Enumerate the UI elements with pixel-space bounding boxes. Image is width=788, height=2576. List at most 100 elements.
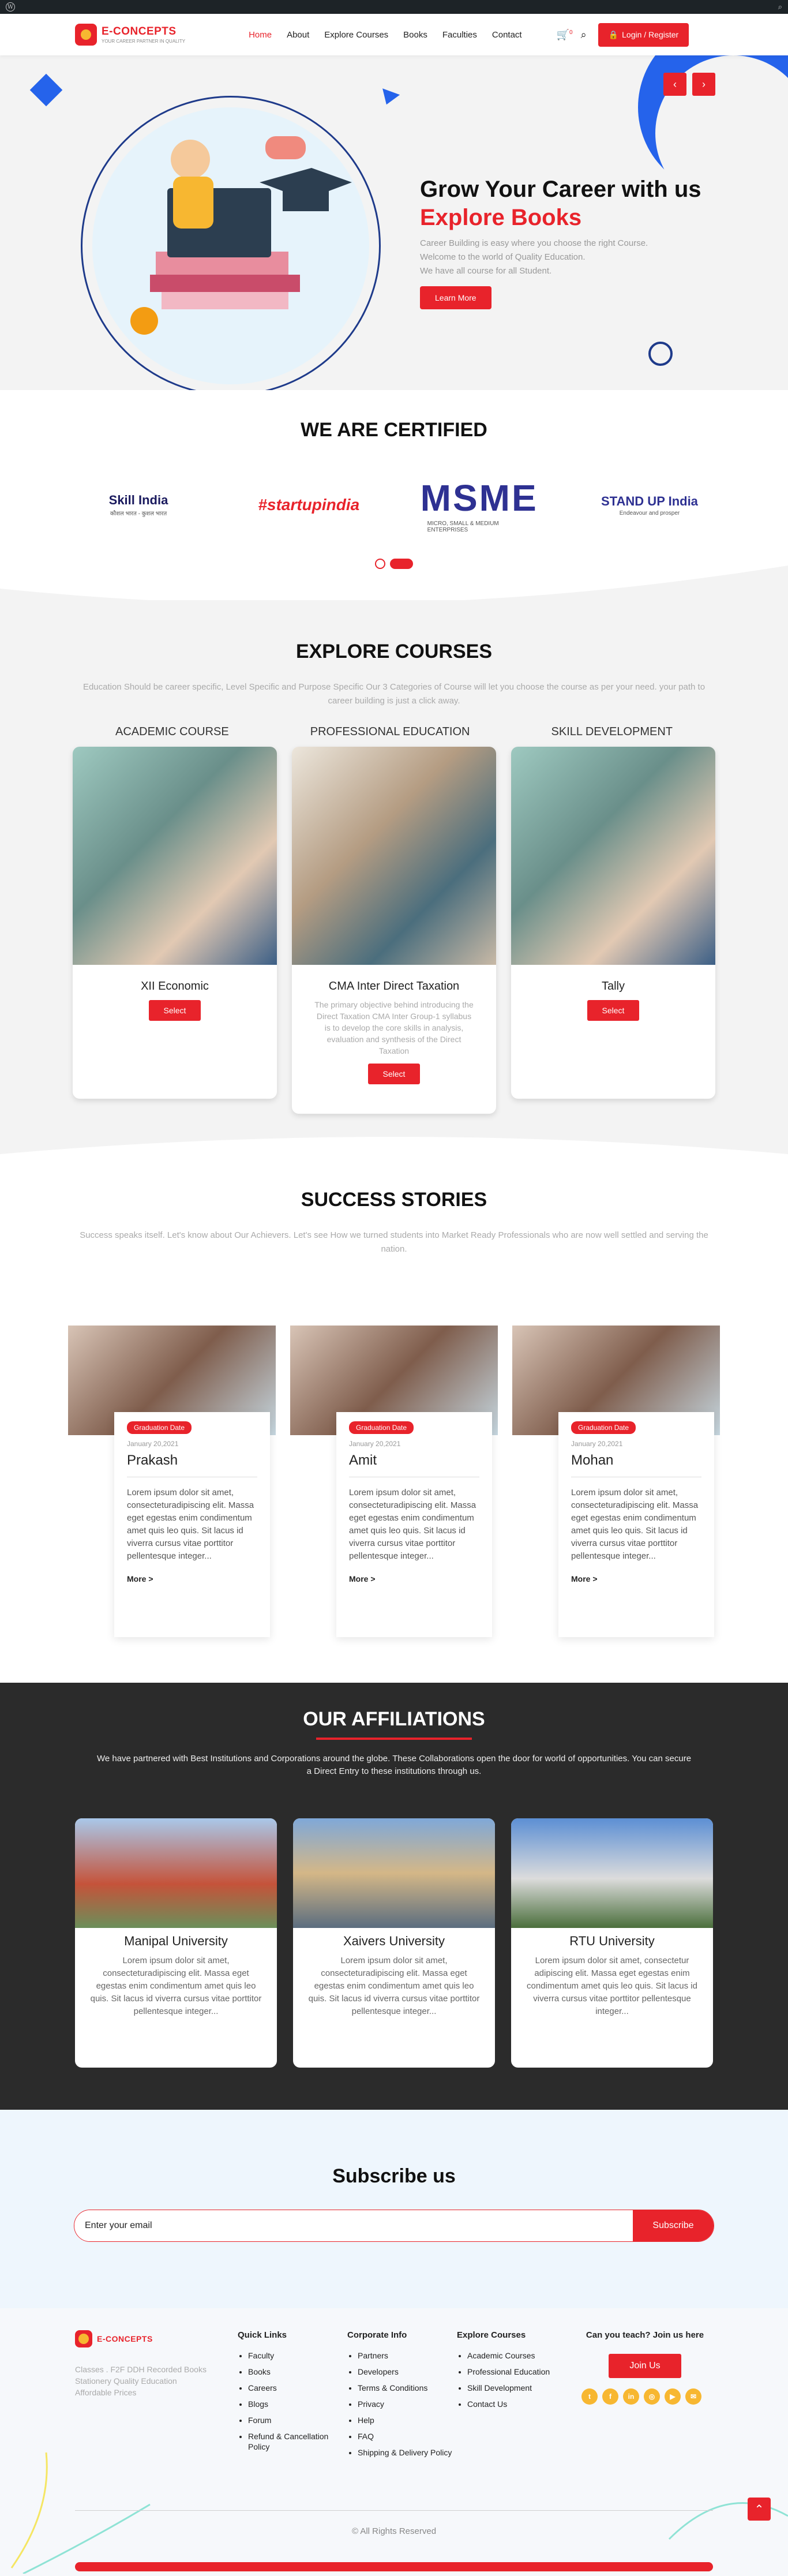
logo-subtext: MICRO, SMALL & MEDIUM ENTERPRISES <box>427 521 499 533</box>
logo-icon <box>75 2330 92 2347</box>
slider-next-button[interactable]: › <box>692 73 715 96</box>
footer-link[interactable]: Faculty <box>248 2350 347 2361</box>
site-header: E-CONCEPTS YOUR CAREER PARTNER IN QUALIT… <box>0 14 788 55</box>
nav-home[interactable]: Home <box>249 30 272 40</box>
footer-link[interactable]: Blogs <box>248 2399 347 2409</box>
footer-divider <box>75 2510 713 2511</box>
twitter-icon[interactable]: t <box>581 2388 598 2405</box>
course-card[interactable]: XII Economic Select <box>73 747 277 1099</box>
affiliation-card[interactable]: Xaivers University Lorem ipsum dolor sit… <box>293 1818 495 2068</box>
wordpress-icon[interactable]: W <box>6 2 15 12</box>
course-card[interactable]: Tally Select <box>511 747 715 1099</box>
select-button[interactable]: Select <box>587 1000 640 1021</box>
copyright: © All Rights Reserved <box>351 2526 437 2536</box>
search-icon[interactable]: ⌕ <box>581 29 587 41</box>
university-name: RTU University <box>569 1934 655 1948</box>
footer-link[interactable]: Developers <box>358 2367 457 2377</box>
category-heading: PROFESSIONAL EDUCATION <box>310 725 470 738</box>
success-intro: Success speaks itself. Let's know about … <box>80 1230 708 1254</box>
logo-subtext: Endeavour and prosper <box>619 510 680 516</box>
brand-line: Affordable Prices <box>75 2388 137 2397</box>
footer-link[interactable]: Academic Courses <box>467 2350 581 2361</box>
footer-heading: Quick Links <box>238 2330 287 2340</box>
more-link[interactable]: More > <box>127 1574 257 1583</box>
instagram-icon[interactable]: ◎ <box>644 2388 660 2405</box>
university-text: Lorem ipsum dolor sit amet, consectetura… <box>90 1956 262 2016</box>
footer-link[interactable]: Contact Us <box>467 2399 581 2409</box>
brand-line: Stationery Quality Education <box>75 2376 177 2386</box>
scroll-top-button[interactable]: ⌃ <box>748 2498 771 2521</box>
course-image <box>73 747 277 965</box>
course-card[interactable]: CMA Inter Direct Taxation The primary ob… <box>292 747 496 1114</box>
footer-link[interactable]: Partners <box>358 2350 457 2361</box>
course-description: The primary objective behind introducing… <box>314 1000 474 1055</box>
linkedin-icon[interactable]: in <box>623 2388 639 2405</box>
story-card[interactable]: Graduation Date January 20,2021 Prakash … <box>68 1326 276 1637</box>
more-link[interactable]: More > <box>349 1574 479 1583</box>
msme-logo: MSME MICRO, SMALL & MEDIUM ENTERPRISES <box>421 473 536 537</box>
nav-faculties[interactable]: Faculties <box>442 30 477 40</box>
site-footer: E-CONCEPTS Classes . F2F DDH Recorded Bo… <box>0 2308 788 2576</box>
story-body: Graduation Date January 20,2021 Mohan Lo… <box>558 1412 714 1637</box>
story-card[interactable]: Graduation Date January 20,2021 Amit Lor… <box>290 1326 498 1637</box>
admin-search-icon[interactable]: ⌕ <box>778 2 782 12</box>
main-nav: Home About Explore Courses Books Faculti… <box>249 30 522 40</box>
story-card[interactable]: Graduation Date January 20,2021 Mohan Lo… <box>512 1326 720 1637</box>
affiliation-card[interactable]: Manipal University Lorem ipsum dolor sit… <box>75 1818 277 2068</box>
footer-link[interactable]: Help <box>358 2415 457 2425</box>
footer-link[interactable]: Forum <box>248 2415 347 2425</box>
email-input[interactable] <box>74 2210 633 2241</box>
affiliation-card[interactable]: RTU University Lorem ipsum dolor sit ame… <box>511 1818 713 2068</box>
youtube-icon[interactable]: ▶ <box>665 2388 681 2405</box>
cart-icon[interactable]: 🛒0 <box>557 29 573 41</box>
subscribe-form: Subscribe <box>74 2210 714 2242</box>
nav-books[interactable]: Books <box>403 30 427 40</box>
course-cards: XII Economic Select CMA Inter Direct Tax… <box>0 747 788 1114</box>
footer-link[interactable]: Books <box>248 2367 347 2377</box>
footer-link[interactable]: Careers <box>248 2383 347 2393</box>
subscribe-button[interactable]: Subscribe <box>633 2210 714 2241</box>
footer-link[interactable]: Terms & Conditions <box>358 2383 457 2393</box>
hero-line: Welcome to the world of Quality Educatio… <box>420 252 586 262</box>
hero-line: Career Building is easy where you choose… <box>420 238 648 248</box>
footer-heading: Can you teach? Join us here <box>586 2330 704 2340</box>
story-name: Prakash <box>127 1452 257 1477</box>
select-button[interactable]: Select <box>367 1064 421 1084</box>
nav-about[interactable]: About <box>287 30 309 40</box>
standup-india-logo: STAND UP India Endeavour and prosper <box>598 473 701 537</box>
other-icon[interactable]: ✉ <box>685 2388 701 2405</box>
story-name: Amit <box>349 1452 479 1477</box>
university-name: Xaivers University <box>343 1934 445 1948</box>
footer-link[interactable]: FAQ <box>358 2431 457 2442</box>
site-logo[interactable]: E-CONCEPTS YOUR CAREER PARTNER IN QUALIT… <box>75 24 185 46</box>
join-us-button[interactable]: Join Us <box>609 2354 681 2378</box>
more-link[interactable]: More > <box>571 1574 701 1583</box>
hero-illustration <box>92 107 369 384</box>
hero-title: Grow Your Career with us <box>420 177 701 202</box>
success-stories-section: SUCCESS STORIES Success speaks itself. L… <box>0 1137 788 1685</box>
slider-prev-button[interactable]: ‹ <box>663 73 686 96</box>
nav-contact[interactable]: Contact <box>492 30 522 40</box>
login-register-button[interactable]: 🔒 Login / Register <box>598 23 689 47</box>
footer-logo[interactable]: E-CONCEPTS <box>75 2330 238 2347</box>
footer-link[interactable]: Skill Development <box>467 2383 581 2393</box>
startup-india-logo: #startupindia <box>257 473 361 537</box>
select-button[interactable]: Select <box>148 1000 201 1021</box>
course-categories: ACADEMIC COURSE PROFESSIONAL EDUCATION S… <box>0 725 788 739</box>
course-name: Tally <box>601 980 625 993</box>
diamond-decoration <box>29 73 63 107</box>
ring-decoration <box>648 342 673 366</box>
footer-link[interactable]: Privacy <box>358 2399 457 2409</box>
university-image <box>75 1818 277 1928</box>
learn-more-button[interactable]: Learn More <box>420 286 491 309</box>
footer-red-bar <box>75 2562 713 2571</box>
subscribe-title: Subscribe us <box>332 2165 456 2187</box>
facebook-icon[interactable]: f <box>602 2388 618 2405</box>
university-text: Lorem ipsum dolor sit amet, consectetur … <box>527 1956 697 2016</box>
course-image <box>511 747 715 965</box>
nav-explore-courses[interactable]: Explore Courses <box>324 30 388 40</box>
affiliation-cards: Manipal University Lorem ipsum dolor sit… <box>0 1818 788 2068</box>
footer-link[interactable]: Professional Education <box>467 2367 581 2377</box>
category-heading: ACADEMIC COURSE <box>115 725 229 738</box>
hero-text: Grow Your Career with us Explore Books C… <box>420 177 701 309</box>
